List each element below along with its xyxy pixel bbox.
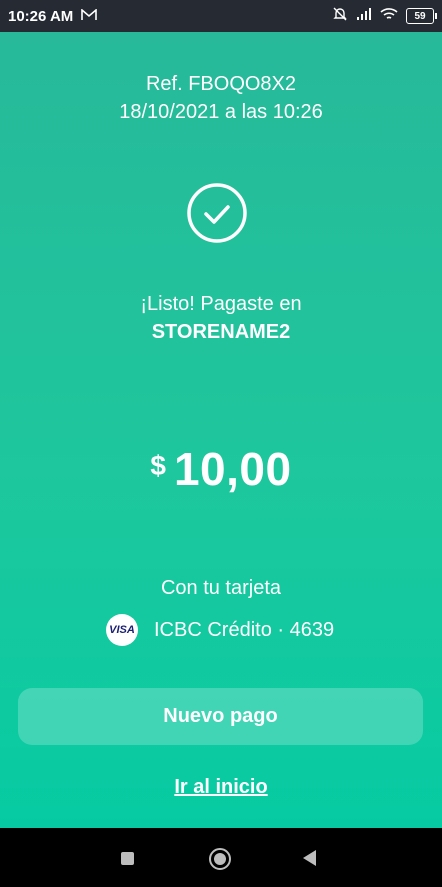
status-bar-left: 10:26 AM [8,7,98,25]
status-time: 10:26 AM [8,7,74,25]
new-payment-button[interactable]: Nuevo pago [18,688,423,745]
payment-datetime: 18/10/2021 a las 10:26 [119,101,323,123]
card-info: ICBC Crédito · 4639 [154,618,335,641]
back-icon[interactable] [303,850,316,866]
reference-code: Ref. FBOQO8X2 [145,73,297,95]
amount-value: 10,00 [173,443,292,495]
success-text: ¡Listo! Pagaste en [140,293,302,315]
mute-icon [332,6,348,26]
receipt-header: Ref. FBOQO8X2 18/10/2021 a las 10:26 [0,70,442,126]
check-circle-icon [187,183,247,243]
currency-symbol: $ [150,450,166,481]
recents-icon[interactable] [121,852,134,865]
signal-icon [356,7,372,25]
wifi-icon [380,7,398,25]
status-bar: 10:26 AM 59 [0,0,442,32]
go-home-link[interactable]: Ir al inicio [0,776,442,799]
system-nav-bar [0,828,442,887]
gmail-icon [81,7,98,25]
home-icon[interactable] [209,848,231,870]
battery-icon: 59 [406,8,437,24]
visa-logo-icon: VISA [106,614,138,646]
status-bar-right: 59 [332,6,437,26]
card-details: VISA ICBC Crédito · 4639 [106,614,334,646]
card-label: Con tu tarjeta [160,577,282,599]
payment-amount: $ 10,00 [0,442,442,496]
payment-success-screen: Ref. FBOQO8X2 18/10/2021 a las 10:26 ¡Li… [0,32,442,828]
store-name: STORENAME2 [151,321,291,343]
success-message: ¡Listo! Pagaste en STORENAME2 [0,290,442,346]
